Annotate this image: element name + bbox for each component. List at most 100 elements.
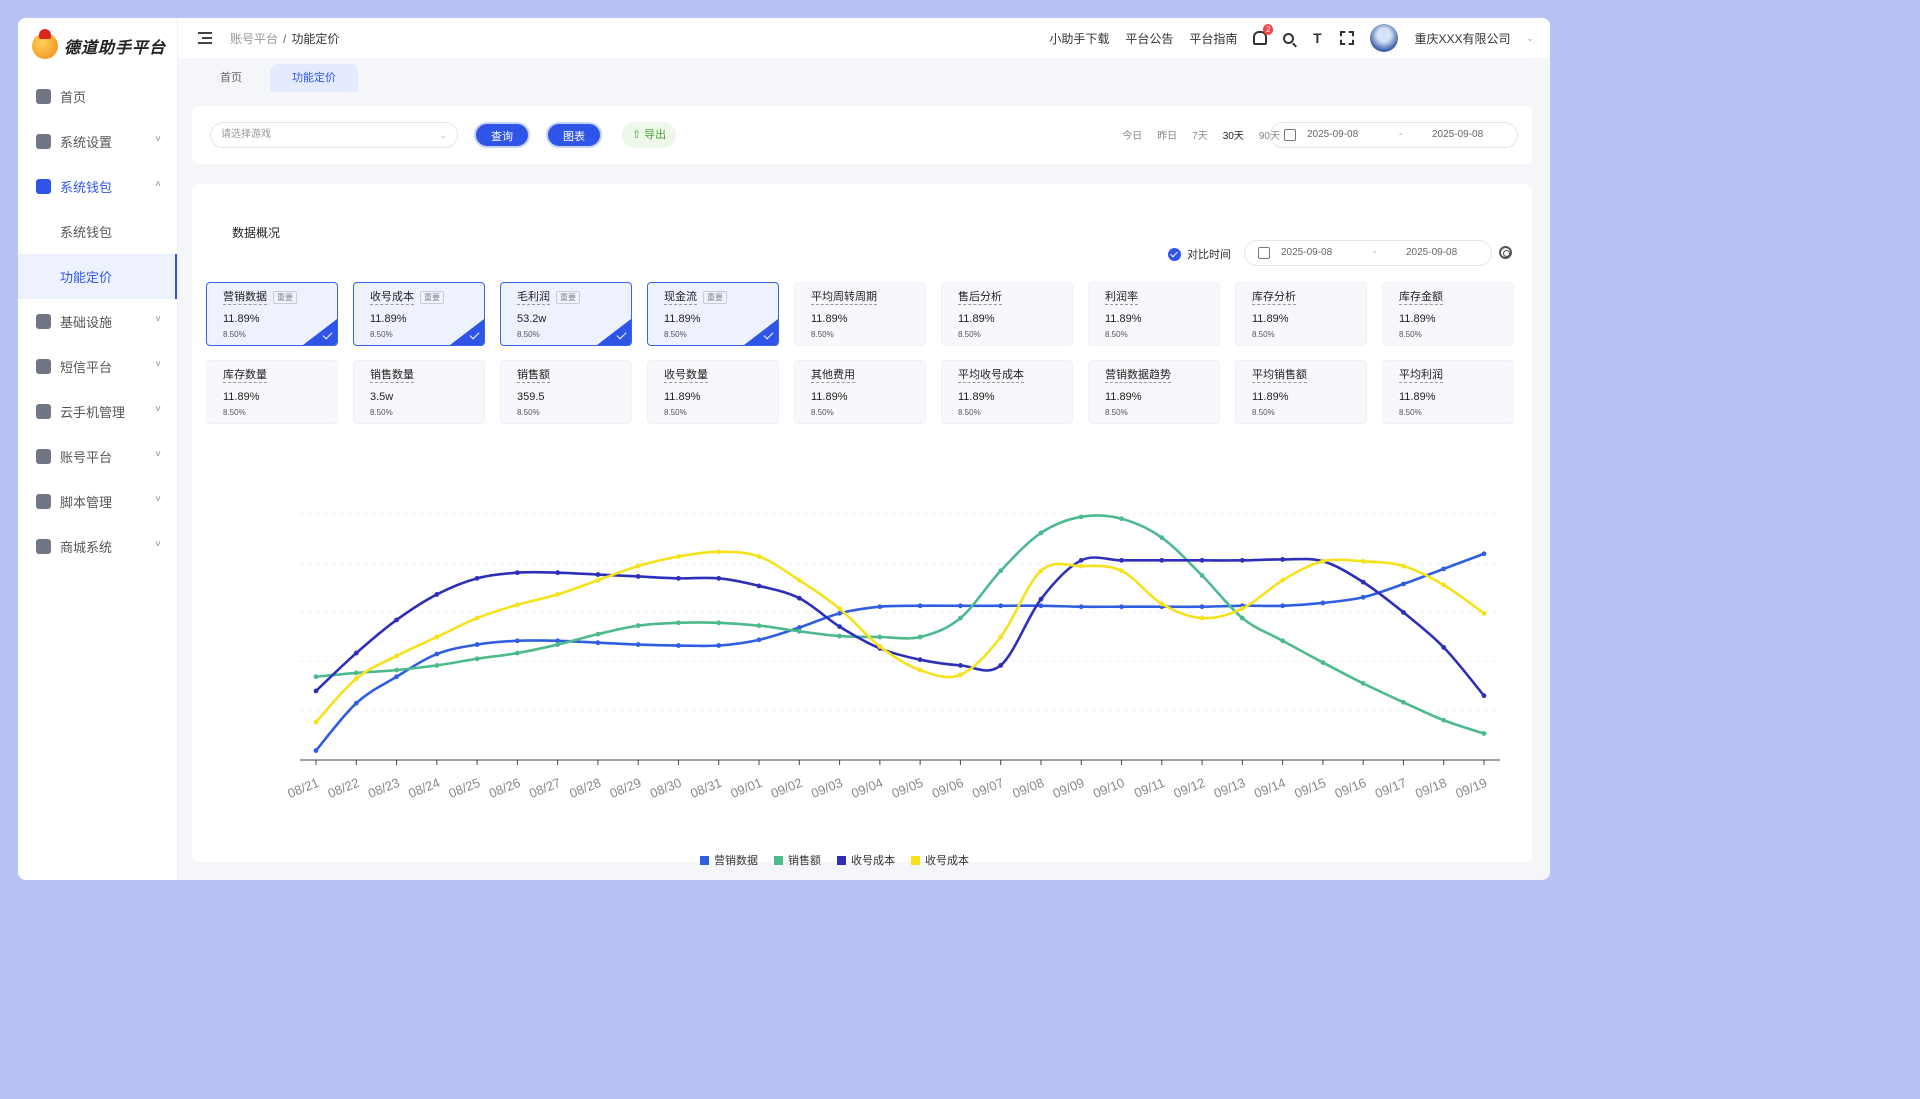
- sidebar-item-label: 系统钱包: [60, 180, 113, 195]
- metric-value: 11.89%: [223, 391, 260, 403]
- series-point-1: [1199, 573, 1205, 578]
- x-tick-label: 09/09: [1051, 775, 1087, 801]
- series-point-0: [1280, 603, 1286, 609]
- series-point-0: [1320, 600, 1326, 606]
- series-point-1: [555, 642, 561, 647]
- metric-card[interactable]: 销售额 359.5 8.50%: [500, 360, 632, 424]
- metric-card[interactable]: 库存金额 11.89% 8.50%: [1382, 282, 1514, 346]
- sidebar-item-8[interactable]: 商城系统 ˅: [18, 524, 177, 569]
- chart-button[interactable]: 图表: [546, 122, 602, 148]
- series-point-1: [1280, 638, 1286, 644]
- sidebar-item-7[interactable]: 脚本管理 ˅: [18, 479, 177, 524]
- metric-value: 11.89%: [1105, 391, 1142, 403]
- series-point-2: [595, 572, 601, 577]
- metric-percent: 8.50%: [517, 330, 540, 339]
- tab-pricing[interactable]: 功能定价: [270, 64, 358, 92]
- upload-icon: ⇧: [631, 129, 642, 141]
- series-point-1: [716, 620, 722, 626]
- compare-end-date: 2025-09-08: [1406, 247, 1458, 258]
- metric-card[interactable]: 毛利润 重要 53.2w 8.50%: [500, 282, 632, 346]
- sidebar-item-2[interactable]: 系统钱包 ˄: [18, 164, 177, 209]
- legend-item[interactable]: 收号成本: [911, 852, 969, 868]
- sidebar-item-0[interactable]: 首页: [18, 74, 177, 119]
- announcement-link[interactable]: 平台公告: [1125, 30, 1173, 47]
- start-date: 2025-09-08: [1307, 129, 1359, 140]
- company-name[interactable]: 重庆XXX有限公司: [1414, 30, 1510, 47]
- export-label: 导出: [644, 129, 667, 141]
- app-window: 德道助手平台 首页 系统设置 ˅ 系统钱包 ˄ 系统钱包 功能定价 基础设施 ˅ 短信平台 ˅ 云手机…: [18, 18, 1550, 880]
- series-point-0: [877, 604, 883, 610]
- sidebar-item-5[interactable]: 云手机管理 ˅: [18, 389, 177, 434]
- range-option[interactable]: 今日: [1122, 127, 1142, 142]
- legend-item[interactable]: 营销数据: [700, 852, 758, 868]
- breadcrumb-item-account[interactable]: 账号平台: [230, 32, 278, 46]
- font-size-icon[interactable]: T: [1310, 31, 1324, 45]
- legend-item[interactable]: 收号成本: [837, 852, 895, 868]
- range-option[interactable]: 30天: [1223, 127, 1244, 142]
- game-select[interactable]: 请选择游戏 ⌄: [210, 122, 458, 148]
- compare-label: 对比时间: [1187, 249, 1231, 261]
- sidebar-item-label: 基础设施: [60, 315, 113, 330]
- bell-icon[interactable]: 2: [1253, 24, 1274, 45]
- compare-toggle[interactable]: 对比时间: [1168, 246, 1231, 262]
- metric-card[interactable]: 平均利润 11.89% 8.50%: [1382, 360, 1514, 424]
- query-button[interactable]: 查询: [474, 122, 530, 148]
- series-point-2: [958, 662, 963, 668]
- settings-icon[interactable]: [1499, 246, 1512, 259]
- series-line-1: [315, 514, 1485, 735]
- search-icon[interactable]: [1283, 32, 1295, 44]
- legend-item[interactable]: 销售额: [774, 852, 821, 868]
- metric-card[interactable]: 收号成本 重要 11.89% 8.50%: [353, 282, 485, 346]
- x-tick-label: 08/28: [567, 775, 603, 801]
- series-point-0: [394, 674, 399, 680]
- metric-percent: 8.50%: [811, 408, 834, 417]
- collapse-menu-icon[interactable]: [198, 32, 212, 44]
- compare-date-range-picker[interactable]: 2025-09-08 - 2025-09-08: [1244, 240, 1492, 266]
- series-point-3: [394, 653, 399, 659]
- metric-percent: 8.50%: [1105, 408, 1128, 417]
- compare-start-date: 2025-09-08: [1281, 247, 1333, 258]
- guide-link[interactable]: 平台指南: [1189, 30, 1237, 47]
- metric-card[interactable]: 收号数量 11.89% 8.50%: [647, 360, 779, 424]
- chevron-down-icon[interactable]: ⌄: [1526, 33, 1534, 44]
- export-button[interactable]: ⇧ 导出: [622, 122, 676, 148]
- x-tick-label: 08/23: [366, 775, 402, 801]
- range-option[interactable]: 昨日: [1157, 127, 1177, 142]
- series-point-2: [1119, 557, 1124, 563]
- sidebar-item-1[interactable]: 系统设置 ˅: [18, 119, 177, 164]
- series-point-3: [1360, 558, 1366, 564]
- avatar[interactable]: [1370, 24, 1399, 52]
- download-link[interactable]: 小助手下载: [1049, 30, 1109, 47]
- checkbox-checked-icon[interactable]: [1168, 247, 1181, 261]
- chevron-down-icon: ˅: [155, 314, 161, 325]
- range-option[interactable]: 7天: [1192, 127, 1208, 142]
- metric-card[interactable]: 平均周转周期 11.89% 8.50%: [794, 282, 926, 346]
- sidebar-item-4[interactable]: 短信平台 ˅: [18, 344, 177, 389]
- metric-card[interactable]: 平均销售额 11.89% 8.50%: [1235, 360, 1367, 424]
- metric-card[interactable]: 销售数量 3.5w 8.50%: [353, 360, 485, 424]
- series-point-2: [514, 570, 520, 576]
- fullscreen-icon[interactable]: [1340, 31, 1355, 45]
- metric-card[interactable]: 平均收号成本 11.89% 8.50%: [941, 360, 1073, 424]
- metric-card[interactable]: 其他费用 11.89% 8.50%: [794, 360, 926, 424]
- metric-card[interactable]: 营销数据 重要 11.89% 8.50%: [206, 282, 338, 346]
- metric-percent: 8.50%: [517, 408, 540, 417]
- metric-card[interactable]: 库存分析 11.89% 8.50%: [1235, 282, 1367, 346]
- sidebar-item-6[interactable]: 账号平台 ˅: [18, 434, 177, 479]
- page-tabs: 首页 功能定价: [178, 58, 1550, 92]
- metric-card[interactable]: 营销数据趋势 11.89% 8.50%: [1088, 360, 1220, 424]
- series-point-1: [676, 620, 681, 626]
- series-point-2: [353, 650, 359, 656]
- sidebar-item-3[interactable]: 基础设施 ˅: [18, 299, 177, 344]
- metric-card[interactable]: 库存数量 11.89% 8.50%: [206, 360, 338, 424]
- sidebar-item-label: 账号平台: [60, 450, 113, 465]
- x-tick-label: 09/11: [1132, 775, 1167, 801]
- metric-card[interactable]: 现金流 重要 11.89% 8.50%: [647, 282, 779, 346]
- tab-home[interactable]: 首页: [198, 64, 264, 92]
- series-point-3: [958, 672, 963, 678]
- metric-card[interactable]: 售后分析 11.89% 8.50%: [941, 282, 1073, 346]
- sidebar-subitem-0[interactable]: 系统钱包: [18, 209, 177, 254]
- metric-card[interactable]: 利润率 11.89% 8.50%: [1088, 282, 1220, 346]
- date-range-picker[interactable]: 2025-09-08 - 2025-09-08: [1270, 122, 1518, 148]
- sidebar-subitem-1[interactable]: 功能定价: [18, 254, 177, 299]
